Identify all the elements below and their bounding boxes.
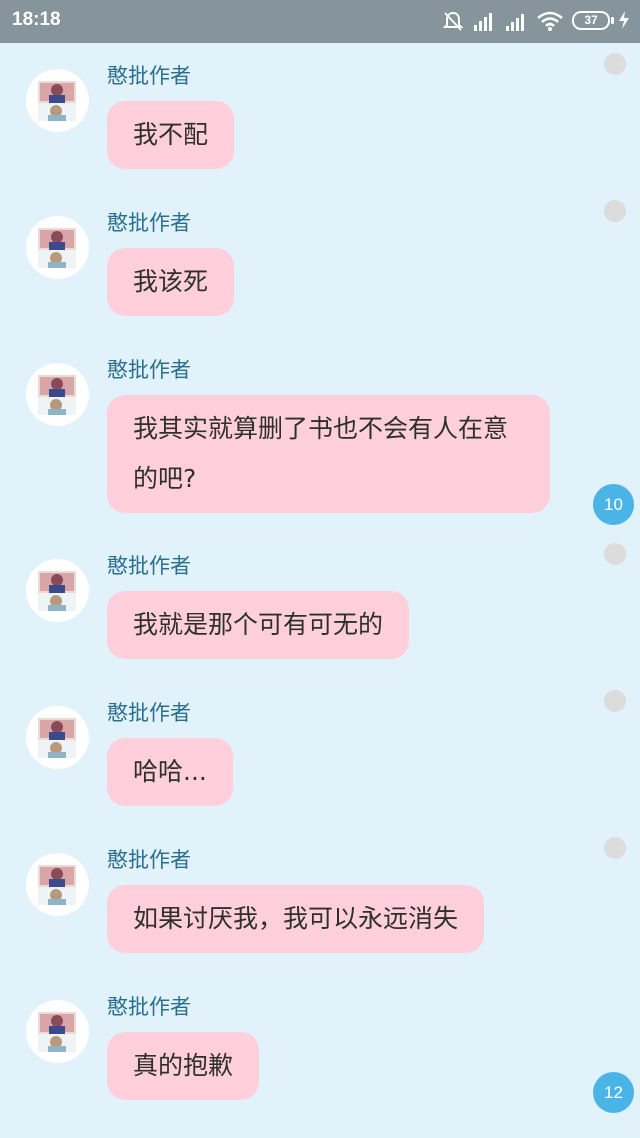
- unread-count-badge[interactable]: 10: [593, 484, 634, 525]
- message-bubble[interactable]: 我就是那个可有可无的: [107, 591, 410, 659]
- avatar[interactable]: [26, 69, 89, 132]
- sender-name: 憨批作者: [107, 848, 191, 872]
- message-bubble[interactable]: 如果讨厌我，我可以永远消失: [107, 885, 485, 953]
- read-status-dot: [604, 837, 626, 859]
- status-bar: 18:18 37: [0, 0, 640, 43]
- avatar[interactable]: [26, 1000, 89, 1063]
- battery-terminal: [611, 17, 614, 24]
- read-status-dot: [604, 53, 626, 75]
- avatar[interactable]: [26, 363, 89, 426]
- sender-name: 憨批作者: [107, 995, 191, 1019]
- message-bubble[interactable]: 真的抱歉: [107, 1032, 260, 1100]
- battery-indicator: 37: [572, 11, 610, 30]
- avatar[interactable]: [26, 853, 89, 916]
- unread-count-badge[interactable]: 12: [593, 1072, 634, 1113]
- message-bubble[interactable]: 我其实就算删了书也不会有人在意的吧?: [107, 395, 550, 513]
- avatar[interactable]: [26, 706, 89, 769]
- sender-name: 憨批作者: [107, 358, 191, 382]
- signal-hd-icon: [474, 13, 492, 31]
- message-bubble[interactable]: 哈哈...: [107, 738, 233, 806]
- read-status-dot: [604, 543, 626, 565]
- read-status-dot: [604, 200, 626, 222]
- sender-name: 憨批作者: [107, 554, 191, 578]
- message-bubble[interactable]: 我该死: [107, 248, 235, 316]
- message-bubble[interactable]: 我不配: [107, 101, 235, 169]
- notifications-muted-icon: [442, 11, 464, 31]
- read-status-dot: [604, 690, 626, 712]
- avatar[interactable]: [26, 559, 89, 622]
- sender-name: 憨批作者: [107, 701, 191, 725]
- avatar[interactable]: [26, 216, 89, 279]
- chat-message-list[interactable]: 憨批作者 我不配 憨批作者 我该死 憨批作者 我其实就算删了书也不会有人在意的吧…: [0, 43, 640, 1138]
- charging-icon: [619, 11, 629, 29]
- status-time: 18:18: [12, 9, 61, 30]
- signal-icon: [506, 14, 524, 31]
- sender-name: 憨批作者: [107, 64, 191, 88]
- sender-name: 憨批作者: [107, 211, 191, 235]
- wifi-icon: [537, 11, 563, 31]
